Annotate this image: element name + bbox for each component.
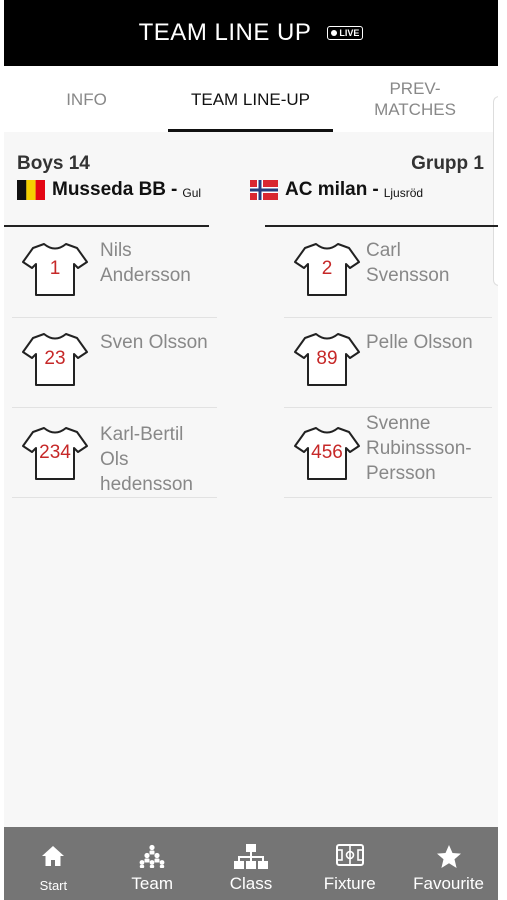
player-row[interactable]: 234 Karl-Bertil Ols hedensson <box>12 408 217 498</box>
player-name-line: Karl-Bertil Ols <box>100 424 184 470</box>
player-name: Svenne Rubinssson- Persson <box>366 411 472 486</box>
player-row[interactable]: 1 Nils Andersson <box>12 228 217 318</box>
away-divider <box>265 225 498 227</box>
nav-fixture[interactable]: Fixture <box>300 827 399 900</box>
player-name: Sven Olsson <box>100 330 208 355</box>
shirt-number: 2 <box>321 258 333 279</box>
player-row[interactable]: 2 Carl Svensson <box>284 228 492 318</box>
tab-info[interactable]: INFO <box>34 66 139 132</box>
bottom-nav: Start Team Class Fixture Favourite <box>4 827 498 900</box>
nav-class-label: Class <box>229 874 273 893</box>
shirt-number: 456 <box>311 442 343 463</box>
tab-prev-matches-label-line1: PREV- <box>389 79 441 98</box>
shirt-icon: 234 <box>20 425 90 481</box>
nav-start[interactable]: Start <box>4 827 103 900</box>
nav-start-label: Start <box>39 878 68 893</box>
player-name-line: Persson <box>366 463 436 484</box>
home-player-list: 1 Nils Andersson 23 Sven Olsson 234 Karl… <box>12 228 217 498</box>
match-info: Boys 14 Grupp 1 Musseda BB - Gul AC mila… <box>4 132 498 228</box>
player-name: Nils Andersson <box>100 238 191 288</box>
player-name: Carl Svensson <box>366 238 449 288</box>
shirt-number: 89 <box>316 348 338 369</box>
player-name-line: Rubinssson- <box>366 438 472 459</box>
app-screen: TEAM LINE UP LIVE INFO TEAM LINE-UP PREV… <box>4 0 498 900</box>
home-team-name: Musseda BB <box>52 179 167 200</box>
nav-class[interactable]: Class <box>202 827 301 900</box>
away-team-separator: - <box>372 179 379 200</box>
team-icon <box>139 844 165 868</box>
player-name-line: Svenne <box>366 413 431 434</box>
star-icon <box>436 845 461 868</box>
shirt-number: 1 <box>49 258 61 279</box>
player-row[interactable]: 23 Sven Olsson <box>12 318 217 408</box>
norway-flag-icon <box>250 180 278 200</box>
player-name-line: hedensson <box>100 474 193 495</box>
shirt-icon: 1 <box>20 241 90 297</box>
tab-info-label: INFO <box>66 89 107 109</box>
player-row[interactable]: 89 Pelle Olsson <box>284 318 492 408</box>
player-name-line: Andersson <box>100 265 191 286</box>
shirt-number: 23 <box>44 348 66 369</box>
home-team-separator: - <box>171 179 178 200</box>
shirt-number: 234 <box>39 442 71 463</box>
nav-fixture-label: Fixture <box>323 874 376 893</box>
shirt-icon: 89 <box>292 331 362 387</box>
page-title: TEAM LINE UP <box>138 19 312 46</box>
live-badge: LIVE <box>327 26 364 40</box>
field-icon <box>335 844 364 866</box>
shirt-icon: 23 <box>20 331 90 387</box>
tab-bar: INFO TEAM LINE-UP PREV- MATCHES <box>4 66 498 132</box>
player-name: Pelle Olsson <box>366 330 473 355</box>
tab-prev-matches-label: PREV- MATCHES <box>374 78 456 120</box>
live-badge-label: LIVE <box>339 28 360 38</box>
tab-team-line-up[interactable]: TEAM LINE-UP <box>168 66 333 132</box>
tab-prev-matches-label-line2: MATCHES <box>374 100 456 119</box>
nav-favourite[interactable]: Favourite <box>399 827 498 900</box>
tab-team-line-up-label: TEAM LINE-UP <box>190 89 311 109</box>
away-team-color: Ljusröd <box>383 185 424 200</box>
away-team-name: AC milan <box>285 179 368 200</box>
home-team-color: Gul <box>182 185 202 200</box>
player-row[interactable]: 456 Svenne Rubinssson- Persson <box>284 408 492 498</box>
belgium-flag-icon <box>17 180 45 200</box>
player-name-line: Carl <box>366 240 401 261</box>
away-player-list: 2 Carl Svensson 89 Pelle Olsson 456 Sven… <box>284 228 492 498</box>
nav-team[interactable]: Team <box>103 827 202 900</box>
class-name: Boys 14 <box>17 153 90 174</box>
player-name-line: Pelle Olsson <box>366 332 473 353</box>
shirt-icon: 2 <box>292 241 362 297</box>
away-team[interactable]: AC milan - Ljusröd <box>250 179 423 201</box>
player-name-line: Svensson <box>366 265 450 286</box>
live-dot-icon <box>331 30 338 36</box>
shirt-icon: 456 <box>292 425 362 481</box>
tab-prev-matches[interactable]: PREV- MATCHES <box>352 66 478 132</box>
app-header: TEAM LINE UP LIVE <box>4 0 498 66</box>
home-divider <box>4 225 209 227</box>
player-name: Karl-Bertil Ols hedensson <box>100 422 217 497</box>
player-name-line: Sven Olsson <box>100 332 208 353</box>
home-icon <box>42 846 65 866</box>
home-team[interactable]: Musseda BB - Gul <box>17 179 201 201</box>
hierarchy-icon <box>233 844 268 869</box>
nav-team-label: Team <box>131 874 173 893</box>
player-name-line: Nils <box>100 240 132 261</box>
nav-favourite-label: Favourite <box>413 874 485 893</box>
group-name: Grupp 1 <box>411 153 484 174</box>
